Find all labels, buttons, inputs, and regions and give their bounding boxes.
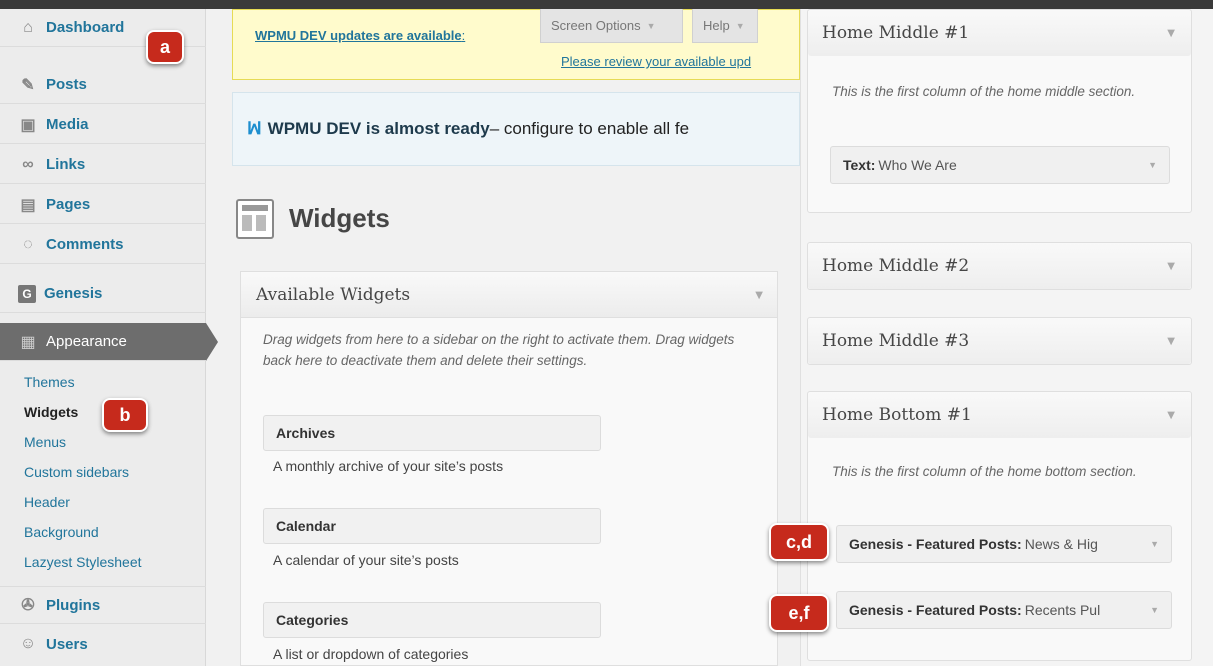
help-label: Help [703, 18, 730, 33]
sidebar-item-label: Appearance [46, 333, 127, 350]
widget-title-label: Recents Pul [1024, 602, 1101, 618]
available-widgets-header[interactable]: Available Widgets ▼ [241, 272, 777, 318]
sidebar-item-label: Comments [46, 236, 124, 253]
sidebar-header[interactable]: Home Middle #3 ▼ [808, 318, 1191, 364]
callout-badge-cd: c,d [769, 523, 829, 561]
sidebar-description: This is the first column of the home mid… [832, 84, 1136, 99]
ready-notice-bold: WPMU DEV is almost ready [267, 119, 490, 138]
sidebar-home-middle-2[interactable]: Home Middle #2 ▼ [807, 242, 1192, 290]
sidebar-title: Home Bottom #1 [822, 405, 972, 425]
sidebar-header[interactable]: Home Middle #2 ▼ [808, 243, 1191, 289]
widget-title-label: Who We Are [878, 157, 957, 173]
sidebar-item-plugins[interactable]: ✇ Plugins [0, 586, 206, 624]
home-icon: ⌂ [23, 18, 33, 36]
users-icon: ☺ [19, 635, 37, 652]
widgets-page-icon [236, 199, 274, 239]
widget-description: A list or dropdown of categories [273, 646, 469, 662]
appearance-icon: ▦ [20, 333, 36, 351]
link-icon: ∞ [22, 155, 34, 173]
triangle-down-icon: ▼ [646, 20, 656, 31]
triangle-down-icon[interactable]: ▼ [1148, 160, 1157, 170]
sidebar-item-users[interactable]: ☺ Users [0, 625, 206, 663]
sidebar-home-bottom-1: Home Bottom #1 ▼ This is the first colum… [807, 391, 1192, 661]
sidebar-widget-featured-posts[interactable]: Genesis - Featured Posts: Recents Pul ▼ [836, 591, 1172, 629]
admin-top-bar [0, 0, 1213, 9]
updates-available-link[interactable]: WPMU DEV updates are available: [255, 28, 465, 43]
widget-categories[interactable]: Categories [263, 602, 601, 638]
sidebar-item-label: Media [46, 116, 89, 133]
widget-type-label: Text: [843, 157, 876, 173]
sidebar-home-middle-1: Home Middle #1 ▼ This is the first colum… [807, 9, 1192, 213]
triangle-down-icon: ▼ [735, 20, 745, 31]
sidebar-item-posts[interactable]: ✎ Posts [0, 66, 206, 104]
sidebar-header[interactable]: Home Bottom #1 ▼ [808, 392, 1191, 438]
screen-options-label: Screen Options [551, 18, 641, 33]
sidebar-item-label: Users [46, 635, 88, 653]
widget-type-label: Genesis - Featured Posts: [849, 536, 1022, 552]
submenu-widgets[interactable]: Widgets [24, 404, 78, 420]
sidebar-item-links[interactable]: ∞ Links [0, 146, 206, 184]
triangle-down-icon[interactable]: ▼ [755, 290, 763, 301]
wpmudev-ready-notice: ꟽ WPMU DEV is almost ready – configure t… [232, 92, 800, 166]
widget-calendar[interactable]: Calendar [263, 508, 601, 544]
sidebar-item-appearance[interactable]: ▦ Appearance [0, 323, 218, 361]
sidebar-widget-text[interactable]: Text: Who We Are ▼ [830, 146, 1170, 184]
callout-badge-b: b [102, 398, 148, 432]
sidebar-home-middle-3[interactable]: Home Middle #3 ▼ [807, 317, 1192, 365]
widget-description: A calendar of your site’s posts [273, 552, 459, 568]
sidebar-item-comments[interactable]: ◌ Comments [0, 226, 206, 264]
available-widgets-title: Available Widgets [256, 284, 411, 305]
sidebar-widget-featured-posts[interactable]: Genesis - Featured Posts: News & Hig ▼ [836, 525, 1172, 563]
plugin-icon: ✇ [21, 597, 35, 614]
ready-notice-text: – configure to enable all fe [489, 119, 690, 138]
sidebar-title: Home Middle #3 [822, 331, 970, 351]
sidebar-item-label: Posts [46, 76, 87, 93]
triangle-down-icon[interactable]: ▼ [1167, 410, 1175, 421]
sidebar-item-pages[interactable]: ▤ Pages [0, 186, 206, 224]
submenu-menus[interactable]: Menus [24, 434, 66, 450]
wpmudev-logo-icon: ꟽ [247, 119, 262, 138]
sidebar-item-label: Pages [46, 196, 91, 213]
sidebar-item-label: Genesis [44, 285, 103, 302]
sidebar-title: Home Middle #1 [822, 23, 970, 43]
sidebar-item-label: Links [46, 156, 86, 173]
sidebar-item-label: Plugins [46, 596, 101, 614]
sidebar-item-label: Dashboard [46, 19, 125, 36]
media-icon: ▣ [20, 116, 36, 134]
widget-type-label: Genesis - Featured Posts: [849, 602, 1022, 618]
triangle-down-icon[interactable]: ▼ [1150, 539, 1159, 549]
widget-title-label: News & Hig [1024, 536, 1098, 552]
sidebar-header[interactable]: Home Middle #1 ▼ [808, 10, 1191, 56]
callout-badge-ef: e,f [769, 594, 829, 632]
sidebar-description: This is the first column of the home bot… [832, 464, 1137, 479]
submenu-header[interactable]: Header [24, 494, 70, 510]
sidebar-item-media[interactable]: ▣ Media [0, 106, 206, 144]
triangle-down-icon[interactable]: ▼ [1167, 261, 1175, 272]
available-widgets-description: Drag widgets from here to a sidebar on t… [263, 332, 735, 368]
triangle-down-icon[interactable]: ▼ [1167, 336, 1175, 347]
pages-icon: ▤ [20, 196, 36, 214]
available-widgets-panel: Available Widgets ▼ Drag widgets from he… [240, 271, 778, 666]
submenu-custom-sidebars[interactable]: Custom sidebars [24, 464, 129, 480]
admin-sidebar: ⌂ Dashboard ✎ Posts ▣ Media ∞ Links ▤ Pa… [0, 9, 218, 666]
help-button[interactable]: Help ▼ [692, 9, 758, 43]
genesis-icon: G [18, 284, 36, 303]
pushpin-icon: ✎ [21, 76, 35, 94]
submenu-lazyest-stylesheet[interactable]: Lazyest Stylesheet [24, 554, 142, 570]
review-updates-link[interactable]: Please review your available upd [561, 54, 751, 69]
sidebar-title: Home Middle #2 [822, 256, 970, 276]
comment-icon: ◌ [23, 235, 33, 253]
screen-options-button[interactable]: Screen Options ▼ [540, 9, 683, 43]
submenu-themes[interactable]: Themes [24, 374, 75, 390]
callout-badge-a: a [146, 30, 184, 64]
submenu-background[interactable]: Background [24, 524, 99, 540]
triangle-down-icon[interactable]: ▼ [1150, 605, 1159, 615]
triangle-down-icon[interactable]: ▼ [1167, 28, 1175, 39]
sidebar-item-genesis[interactable]: G Genesis [0, 275, 206, 313]
widget-archives[interactable]: Archives [263, 415, 601, 451]
sidebars-panel: Home Middle #1 ▼ This is the first colum… [800, 9, 1213, 666]
page-title: Widgets [289, 203, 390, 233]
widget-description: A monthly archive of your site’s posts [273, 458, 504, 474]
